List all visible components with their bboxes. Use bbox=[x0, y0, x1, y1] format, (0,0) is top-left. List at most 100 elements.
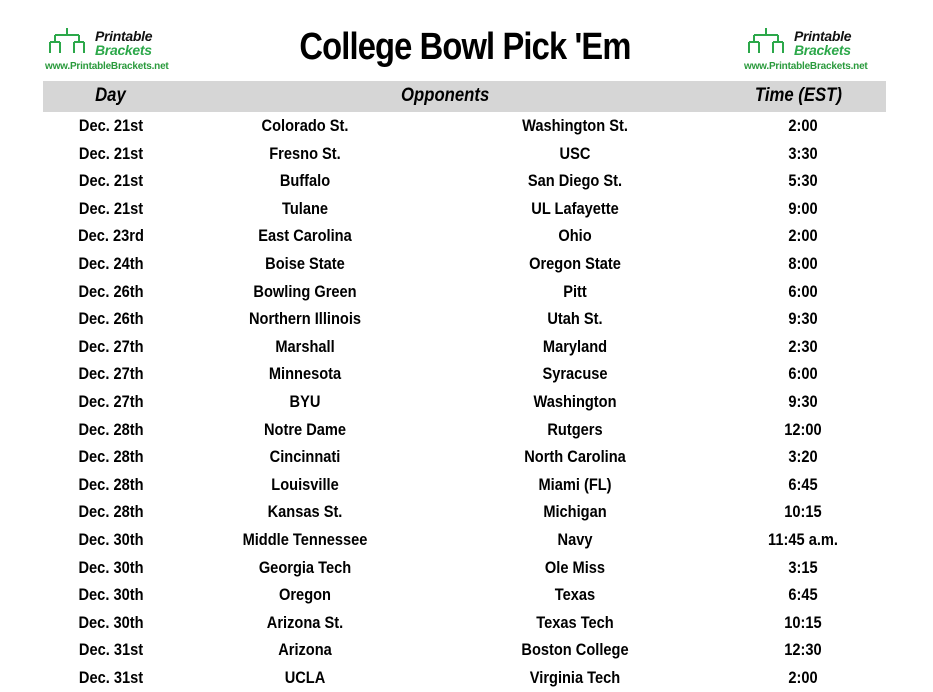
table-row: Dec. 28th Cincinnati North Carolina 3:20 bbox=[43, 444, 886, 472]
header-day: Day bbox=[95, 85, 126, 106]
printable-brackets-logo-right[interactable]: Printable Brackets www.PrintableBrackets… bbox=[744, 26, 884, 76]
game-day: Dec. 31st bbox=[78, 667, 144, 687]
game-time: 11:45 a.m. bbox=[768, 529, 838, 549]
team1-name: Boise State bbox=[265, 253, 345, 273]
table-row: Dec. 26th Northern Illinois Utah St. 9:30 bbox=[43, 306, 886, 334]
game-day: Dec. 30th bbox=[78, 557, 144, 577]
team1-name: Tulane bbox=[281, 198, 329, 218]
game-time: 9:00 bbox=[788, 198, 818, 218]
table-row: Dec. 27th Marshall Maryland 2:30 bbox=[43, 334, 886, 362]
game-day: Dec. 27th bbox=[78, 391, 144, 411]
bracket-icon bbox=[49, 28, 85, 53]
game-day: Dec. 28th bbox=[78, 502, 144, 522]
table-row: Dec. 30th Georgia Tech Ole Miss 3:15 bbox=[43, 555, 886, 583]
game-day: Dec. 21st bbox=[78, 171, 144, 191]
game-time: 2:00 bbox=[788, 116, 818, 135]
game-time: 2:00 bbox=[788, 667, 818, 687]
team1-name: Bowling Green bbox=[253, 281, 357, 301]
team2-name: Oregon State bbox=[529, 253, 621, 273]
table-row: Dec. 27th BYU Washington 9:30 bbox=[43, 389, 886, 417]
table-row: Dec. 28th Louisville Miami (FL) 6:45 bbox=[43, 472, 886, 500]
team1-name: Arizona bbox=[278, 640, 332, 660]
team2-name: Navy bbox=[557, 529, 593, 549]
game-day: Dec. 30th bbox=[78, 529, 144, 549]
header-time: Time (EST) bbox=[754, 85, 842, 106]
page-title: College Bowl Pick 'Em bbox=[299, 26, 631, 68]
table-row: Dec. 24th Boise State Oregon State 8:00 bbox=[43, 251, 886, 279]
table-header: Day Opponents Time (EST) bbox=[43, 81, 886, 112]
game-time: 5:30 bbox=[788, 171, 818, 191]
team2-name: Maryland bbox=[542, 336, 608, 356]
team1-name: Oregon bbox=[278, 585, 331, 605]
game-day: Dec. 26th bbox=[78, 281, 144, 301]
table-row: Dec. 31st UCLA Virginia Tech 2:00 bbox=[43, 665, 886, 692]
table-row: Dec. 31st Arizona Boston College 12:30 bbox=[43, 637, 886, 665]
game-day: Dec. 28th bbox=[78, 419, 144, 439]
team1-name: Marshall bbox=[275, 336, 335, 356]
team1-name: UCLA bbox=[284, 667, 326, 687]
team1-name: East Carolina bbox=[258, 226, 352, 246]
table-row: Dec. 26th Bowling Green Pitt 6:00 bbox=[43, 279, 886, 307]
team1-name: Northern Illinois bbox=[248, 309, 362, 329]
game-time: 2:30 bbox=[788, 336, 818, 356]
team1-name: Arizona St. bbox=[266, 612, 344, 632]
game-time: 9:30 bbox=[788, 391, 818, 411]
game-day: Dec. 27th bbox=[78, 336, 144, 356]
game-day: Dec. 21st bbox=[78, 198, 144, 218]
team2-name: UL Lafayette bbox=[531, 198, 619, 218]
game-day: Dec. 30th bbox=[78, 585, 144, 605]
game-day: Dec. 28th bbox=[78, 447, 144, 467]
game-day: Dec. 24th bbox=[78, 253, 144, 273]
team1-name: Colorado St. bbox=[261, 116, 349, 135]
logo-brand-line2: Brackets bbox=[794, 42, 851, 58]
team2-name: Syracuse bbox=[542, 364, 608, 384]
game-day: Dec. 21st bbox=[78, 143, 144, 163]
team1-name: Louisville bbox=[271, 474, 339, 494]
table-row: Dec. 30th Middle Tennessee Navy 11:45 a.m. bbox=[43, 527, 886, 555]
game-time: 3:30 bbox=[788, 143, 818, 163]
team2-name: Texas bbox=[554, 585, 596, 605]
logo-url[interactable]: www.PrintableBrackets.net bbox=[45, 61, 169, 72]
team1-name: Georgia Tech bbox=[258, 557, 352, 577]
game-time: 10:15 bbox=[784, 502, 822, 522]
game-time: 10:15 bbox=[784, 612, 822, 632]
header-opponents: Opponents bbox=[401, 85, 490, 106]
team2-name: Virginia Tech bbox=[529, 667, 621, 687]
game-time: 6:00 bbox=[788, 364, 818, 384]
game-time: 8:00 bbox=[788, 253, 818, 273]
team1-name: BYU bbox=[289, 391, 321, 411]
game-time: 12:00 bbox=[784, 419, 822, 439]
team2-name: USC bbox=[559, 143, 591, 163]
game-day: Dec. 27th bbox=[78, 364, 144, 384]
table-row: Dec. 23rd East Carolina Ohio 2:00 bbox=[43, 223, 886, 251]
team2-name: Rutgers bbox=[547, 419, 603, 439]
bracket-icon bbox=[748, 28, 784, 53]
game-time: 6:45 bbox=[788, 474, 818, 494]
table-row: Dec. 21st Tulane UL Lafayette 9:00 bbox=[43, 196, 886, 224]
team1-name: Buffalo bbox=[279, 171, 331, 191]
game-day: Dec. 28th bbox=[78, 474, 144, 494]
table-row: Dec. 30th Oregon Texas 6:45 bbox=[43, 582, 886, 610]
game-time: 3:15 bbox=[788, 557, 818, 577]
team1-name: Cincinnati bbox=[269, 447, 341, 467]
printable-brackets-logo-left[interactable]: Printable Brackets www.PrintableBrackets… bbox=[45, 26, 185, 76]
table-row: Dec. 30th Arizona St. Texas Tech 10:15 bbox=[43, 610, 886, 638]
table-row: Dec. 27th Minnesota Syracuse 6:00 bbox=[43, 361, 886, 389]
team1-name: Kansas St. bbox=[267, 502, 343, 522]
table-row: Dec. 28th Notre Dame Rutgers 12:00 bbox=[43, 417, 886, 445]
table-row: Dec. 28th Kansas St. Michigan 10:15 bbox=[43, 499, 886, 527]
game-time: 9:30 bbox=[788, 309, 818, 329]
team2-name: Miami (FL) bbox=[538, 474, 612, 494]
team2-name: Washington St. bbox=[522, 116, 628, 135]
game-day: Dec. 31st bbox=[78, 640, 144, 660]
team2-name: San Diego St. bbox=[527, 171, 623, 191]
team2-name: Michigan bbox=[543, 502, 607, 522]
game-time: 6:00 bbox=[788, 281, 818, 301]
team2-name: Utah St. bbox=[547, 309, 603, 329]
team1-name: Notre Dame bbox=[263, 419, 347, 439]
team2-name: Ohio bbox=[558, 226, 592, 246]
game-day: Dec. 30th bbox=[78, 612, 144, 632]
logo-url[interactable]: www.PrintableBrackets.net bbox=[744, 61, 868, 72]
team2-name: Texas Tech bbox=[536, 612, 614, 632]
game-list: Dec. 21st Colorado St. Washington St. 2:00 D… bbox=[43, 113, 886, 692]
